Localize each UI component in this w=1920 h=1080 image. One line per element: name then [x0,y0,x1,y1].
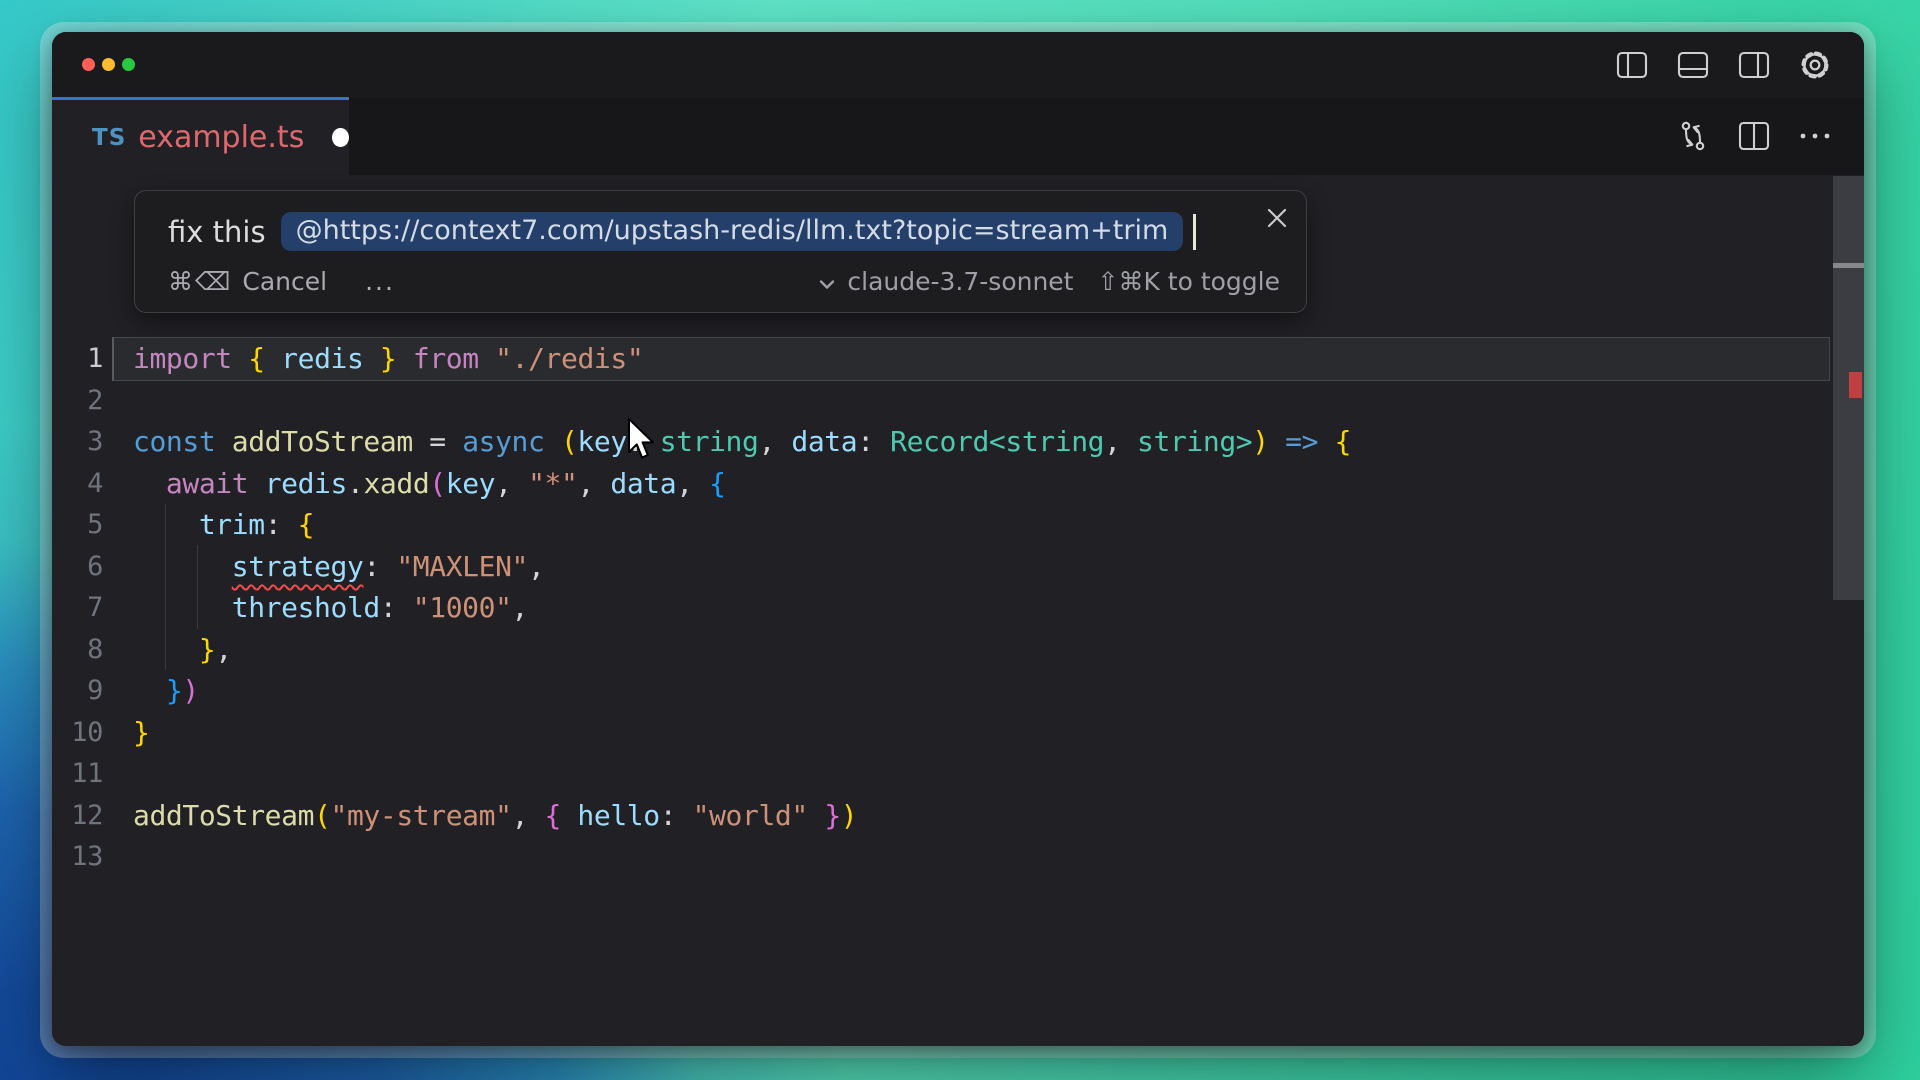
code-line-13[interactable]: 13 [52,836,1864,878]
line-number: 13 [52,841,103,872]
overview-ruler-cursor-mark [1833,263,1864,268]
line-number: 12 [52,800,103,831]
layout-panel-bottom-icon[interactable] [1676,48,1710,82]
close-icon[interactable] [1262,203,1292,233]
split-editor-icon[interactable] [1737,119,1771,153]
code-line-8[interactable]: 8 }, [52,629,1864,671]
line-number: 1 [52,343,103,374]
code-text: addToStream("my-stream", { hello: "world… [103,799,1864,832]
code-line-4[interactable]: 4 await redis.xadd(key, "*", data, { [52,463,1864,505]
code-line-2[interactable]: 2 [52,380,1864,422]
code-text: }) [103,674,1864,707]
line-number: 3 [52,426,103,457]
prompt-input[interactable]: fix this @https://context7.com/upstash-r… [168,212,1246,251]
line-number: 4 [52,468,103,499]
line-number: 9 [52,675,103,706]
tab-filename: example.ts [138,120,304,155]
more-options-button[interactable]: ... [365,267,395,296]
overview-ruler-error-mark [1849,372,1862,398]
line-number: 7 [52,592,103,623]
code-line-7[interactable]: 7 threshold: "1000", [52,587,1864,629]
code-line-5[interactable]: 5 trim: { [52,504,1864,546]
line-number: 2 [52,385,103,416]
code-text: threshold: "1000", [103,591,1864,624]
line-number: 6 [52,551,103,582]
model-selector[interactable]: claude-3.7-sonnet [819,267,1073,296]
editor-window: TS example.ts [52,32,1864,1046]
model-name: claude-3.7-sonnet [847,267,1073,296]
line-number: 8 [52,634,103,665]
chevron-down-icon [819,267,835,296]
code-text: } [103,716,1864,749]
diff-changes-icon[interactable] [1676,119,1710,153]
window-titlebar[interactable] [52,32,1864,97]
cancel-shortcut: ⌘⌫ [168,267,232,296]
code-text: strategy: "MAXLEN", [103,550,1864,583]
modified-indicator-dot[interactable] [332,128,349,147]
cancel-button[interactable]: Cancel [242,267,327,296]
code-line-1[interactable]: 1import { redis } from "./redis" [52,338,1864,380]
code-line-3[interactable]: 3const addToStream = async (key: string,… [52,421,1864,463]
code-text: const addToStream = async (key: string, … [103,425,1864,458]
code-line-10[interactable]: 10} [52,712,1864,754]
close-window-button[interactable] [82,58,95,71]
tab-example-ts[interactable]: TS example.ts [52,97,349,175]
code-text: }, [103,633,1864,666]
code-text: await redis.xadd(key, "*", data, { [103,467,1864,500]
code-text: import { redis } from "./redis" [103,342,1864,375]
code-lines: 1import { redis } from "./redis"23const … [52,338,1864,878]
typescript-file-icon: TS [92,125,126,151]
layout-sidebar-left-icon[interactable] [1615,48,1649,82]
code-line-11[interactable]: 11 [52,753,1864,795]
text-caret [1193,214,1196,250]
traffic-lights [52,58,135,71]
line-number: 5 [52,509,103,540]
context-mention-pill[interactable]: @https://context7.com/upstash-redis/llm.… [281,212,1184,251]
code-text: trim: { [103,508,1864,541]
prompt-text: fix this [168,215,266,249]
code-line-12[interactable]: 12addToStream("my-stream", { hello: "wor… [52,795,1864,837]
layout-sidebar-right-icon[interactable] [1737,48,1771,82]
line-number: 10 [52,717,103,748]
code-editor[interactable]: 1import { redis } from "./redis"23const … [52,175,1864,1046]
zoom-window-button[interactable] [122,58,135,71]
minimize-window-button[interactable] [102,58,115,71]
code-line-9[interactable]: 9 }) [52,670,1864,712]
more-actions-icon[interactable] [1798,119,1832,153]
settings-gear-icon[interactable] [1798,48,1832,82]
tab-bar: TS example.ts [52,97,1864,175]
line-number: 11 [52,758,103,789]
code-line-6[interactable]: 6 strategy: "MAXLEN", [52,546,1864,588]
inline-ai-prompt: fix this @https://context7.com/upstash-r… [134,190,1307,313]
toggle-hint: ⇧⌘K to toggle [1098,267,1281,296]
